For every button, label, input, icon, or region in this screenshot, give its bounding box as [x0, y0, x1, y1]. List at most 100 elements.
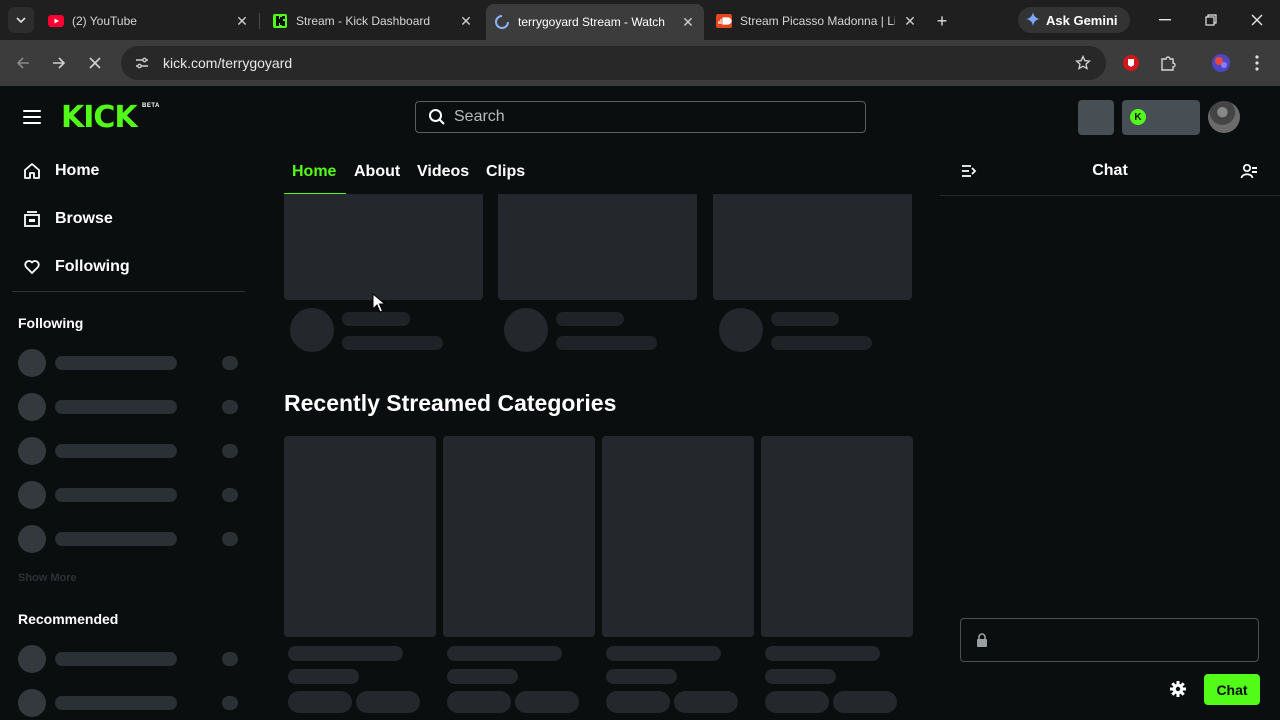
soundcloud-icon: [716, 13, 732, 29]
tab-home[interactable]: Home: [292, 163, 336, 181]
back-button[interactable]: [11, 51, 35, 75]
tab-picasso-madonna[interactable]: Stream Picasso Madonna | Li ✕: [708, 6, 926, 36]
sidebar-item-home[interactable]: Home: [22, 159, 99, 183]
kick-coin-icon: K: [1130, 109, 1146, 125]
hamburger-menu-icon[interactable]: [23, 110, 41, 124]
recently-streamed-categories-heading: Recently Streamed Categories: [284, 390, 617, 416]
profile-avatar-icon[interactable]: [1211, 53, 1231, 73]
close-icon[interactable]: ✕: [902, 13, 918, 29]
tab-terrygoyard-stream[interactable]: terrygoyard Stream - Watch ✕: [486, 4, 704, 40]
mouse-cursor-icon: [372, 293, 386, 313]
tab-about[interactable]: About: [354, 163, 400, 181]
stop-loading-button[interactable]: [83, 51, 107, 75]
text-skeleton: [447, 669, 518, 684]
sidebar-item-label: Following: [55, 258, 130, 275]
arrow-left-icon: [16, 57, 29, 69]
kick-logo[interactable]: KICK: [61, 100, 138, 135]
sidebar-item-label: Browse: [55, 210, 113, 227]
sidebar: Home Browse Following Following Show Mor…: [0, 148, 258, 720]
browser-toolbar: kick.com/terrygoyard: [0, 40, 1280, 86]
close-icon[interactable]: ✕: [680, 14, 696, 30]
address-bar[interactable]: kick.com/terrygoyard: [121, 46, 1106, 80]
show-more-link[interactable]: Show More: [18, 572, 77, 584]
tab-title: Stream Picasso Madonna | Li: [740, 14, 895, 28]
chevron-down-icon: [16, 17, 26, 24]
text-skeleton: [765, 669, 836, 684]
search-box[interactable]: [415, 101, 866, 133]
new-tab-button[interactable]: +: [931, 10, 953, 32]
tab-clips[interactable]: Clips: [486, 163, 525, 181]
chat-title: Chat: [1092, 162, 1128, 179]
header-action-skeleton[interactable]: [1078, 100, 1114, 135]
category-card-skeleton[interactable]: [443, 436, 595, 637]
site-info-icon[interactable]: [133, 54, 151, 72]
star-icon[interactable]: [1074, 54, 1092, 72]
text-skeleton: [556, 336, 657, 350]
chat-header: Chat: [940, 148, 1280, 196]
url-text: kick.com/terrygoyard: [163, 55, 293, 71]
video-avatar-skeleton: [504, 308, 548, 352]
beta-badge: BETA: [142, 103, 160, 109]
tab-search-button[interactable]: [8, 7, 34, 33]
extensions-puzzle-icon[interactable]: [1158, 53, 1178, 73]
forward-button[interactable]: [47, 51, 71, 75]
minimize-icon: [1159, 19, 1171, 21]
tag-skeleton: [447, 691, 511, 713]
tab-separator: [259, 13, 260, 29]
close-icon[interactable]: ✕: [458, 13, 474, 29]
kick-page: KICK BETA K Home Browse: [0, 86, 1280, 720]
tab-kick-dashboard[interactable]: Stream - Kick Dashboard ✕: [264, 6, 482, 36]
kicks-balance-button[interactable]: K: [1122, 100, 1200, 135]
youtube-icon: [48, 13, 64, 29]
sidebar-divider: [12, 291, 245, 292]
tag-skeleton: [606, 691, 670, 713]
chat-users-icon[interactable]: [1240, 162, 1260, 182]
video-thumbnail-skeleton[interactable]: [284, 194, 483, 300]
tab-youtube[interactable]: (2) YouTube ✕: [40, 6, 258, 36]
close-icon: [1251, 14, 1263, 26]
tab-title: Stream - Kick Dashboard: [296, 14, 431, 28]
close-window-button[interactable]: [1245, 8, 1269, 32]
text-skeleton: [447, 646, 562, 661]
plus-icon: +: [936, 10, 948, 31]
category-card-skeleton[interactable]: [761, 436, 913, 637]
recommended-channel-skeleton: [18, 689, 240, 717]
gemini-sparkle-icon: [1026, 11, 1040, 29]
video-avatar-skeleton: [290, 308, 334, 352]
restore-button[interactable]: [1199, 8, 1223, 32]
following-channel-skeleton: [18, 525, 240, 553]
tab-title: terrygoyard Stream - Watch: [518, 15, 665, 29]
gemini-label: Ask Gemini: [1046, 12, 1118, 28]
text-skeleton: [765, 646, 880, 661]
sidebar-item-following[interactable]: Following: [22, 255, 130, 279]
category-card-skeleton[interactable]: [284, 436, 436, 637]
home-icon: [22, 161, 42, 181]
text-skeleton: [606, 646, 721, 661]
gear-icon[interactable]: [1169, 680, 1187, 698]
browser-tab-bar: (2) YouTube ✕ Stream - Kick Dashboard ✕ …: [0, 0, 1280, 40]
video-thumbnail-skeleton[interactable]: [713, 194, 912, 300]
sidebar-item-browse[interactable]: Browse: [22, 207, 113, 231]
following-channel-skeleton: [18, 481, 240, 509]
close-icon[interactable]: ✕: [234, 13, 250, 29]
search-icon: [428, 108, 446, 126]
text-skeleton: [606, 669, 677, 684]
extension-shield-icon[interactable]: [1121, 53, 1141, 73]
minimize-button[interactable]: [1153, 8, 1177, 32]
tag-skeleton: [833, 691, 897, 713]
ask-gemini-button[interactable]: Ask Gemini: [1018, 7, 1130, 33]
more-menu-icon[interactable]: [1247, 53, 1267, 73]
restore-icon: [1205, 14, 1217, 26]
sidebar-item-label: Home: [55, 162, 100, 179]
search-input[interactable]: [454, 108, 834, 126]
user-avatar[interactable]: [1208, 101, 1240, 133]
send-chat-button[interactable]: Chat: [1204, 674, 1260, 705]
text-skeleton: [288, 669, 359, 684]
chat-message-input[interactable]: [960, 618, 1259, 662]
video-thumbnail-skeleton[interactable]: [498, 194, 697, 300]
loading-spinner-icon: [494, 14, 510, 30]
recommended-channel-skeleton: [18, 645, 240, 673]
category-card-skeleton[interactable]: [602, 436, 754, 637]
tab-videos[interactable]: Videos: [417, 163, 469, 181]
tag-skeleton: [674, 691, 738, 713]
